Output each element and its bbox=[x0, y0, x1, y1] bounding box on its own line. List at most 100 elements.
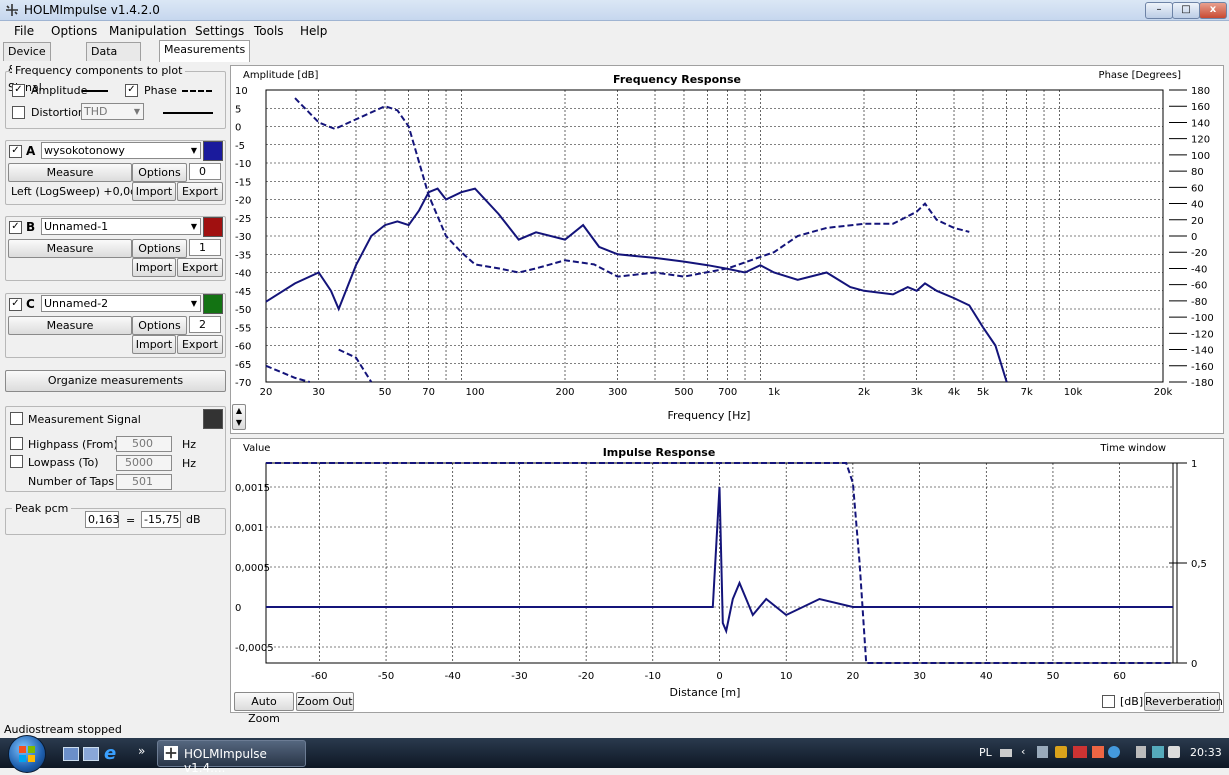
phase-checkbox[interactable]: ✓ bbox=[125, 84, 138, 97]
options-button[interactable]: Options bbox=[132, 163, 187, 182]
measurement-index-stepper[interactable]: 1 bbox=[189, 239, 221, 256]
measurement-name-select[interactable]: Unnamed-2 ▼ bbox=[41, 295, 201, 312]
menu-settings[interactable]: Settings bbox=[195, 24, 244, 38]
update-icon[interactable] bbox=[1108, 746, 1120, 758]
menu-file[interactable]: File bbox=[14, 24, 34, 38]
clock[interactable]: 20:33 bbox=[1190, 746, 1222, 759]
time-window-axis-label: Time window bbox=[1099, 443, 1166, 454]
chevron-down-icon: ▼ bbox=[133, 107, 140, 116]
auto-zoom-button[interactable]: Auto Zoom bbox=[234, 692, 294, 725]
show-desktop-icon[interactable] bbox=[63, 747, 79, 761]
import-button[interactable]: Import bbox=[132, 335, 176, 354]
show-hidden-icons-icon[interactable]: ‹ bbox=[1021, 745, 1025, 758]
x-tick-label: 60 bbox=[1113, 671, 1126, 682]
frequency-response-chart[interactable]: 1050-5-10-15-20-25-30-35-40-45-50-55-60-… bbox=[231, 66, 1223, 433]
x-tick-label: -40 bbox=[445, 671, 461, 682]
measure-button[interactable]: Measure bbox=[8, 316, 132, 335]
menu-manipulation[interactable]: Manipulation bbox=[109, 24, 187, 38]
zoom-out-button[interactable]: Zoom Out bbox=[296, 692, 354, 711]
tab-measurements[interactable]: Measurements bbox=[159, 40, 251, 62]
minimize-button[interactable]: – bbox=[1145, 2, 1173, 19]
impulse-response-chart[interactable]: -60 -50 -40 -30 -20 -10 0 10 20 30 40 50 600,00150,0… bbox=[231, 439, 1223, 712]
switch-windows-icon[interactable] bbox=[83, 747, 99, 761]
measurement-index-stepper[interactable]: 0 bbox=[189, 163, 221, 180]
tab-device-signal[interactable]: Device & Signal bbox=[3, 42, 51, 94]
measure-button[interactable]: Measure bbox=[8, 239, 132, 258]
network-shield-icon[interactable] bbox=[1055, 746, 1067, 758]
network-icon[interactable] bbox=[1152, 746, 1164, 758]
measurement-enable-checkbox[interactable]: ✓ bbox=[9, 221, 22, 234]
highpass-label: Highpass (From) bbox=[28, 438, 118, 451]
export-button[interactable]: Export bbox=[177, 258, 223, 277]
lowpass-checkbox[interactable] bbox=[10, 455, 23, 468]
signal-color-swatch[interactable] bbox=[203, 409, 223, 429]
phase-tick-label: -180 bbox=[1191, 378, 1214, 389]
db-label: [dB] bbox=[1120, 695, 1144, 708]
speaker-alert-icon[interactable] bbox=[1092, 746, 1104, 758]
language-indicator[interactable]: PL bbox=[979, 746, 992, 759]
y-tick-label: -50 bbox=[235, 305, 251, 316]
measurement-color-swatch[interactable] bbox=[203, 294, 223, 314]
db-checkbox[interactable] bbox=[1102, 695, 1115, 708]
y-tick-label: -65 bbox=[235, 360, 251, 371]
taps-input[interactable]: 501 bbox=[116, 474, 172, 490]
measurement-name-value: Unnamed-1 bbox=[44, 220, 109, 233]
highpass-checkbox[interactable] bbox=[10, 437, 23, 450]
options-button[interactable]: Options bbox=[132, 316, 187, 335]
start-button[interactable] bbox=[8, 735, 46, 773]
measure-button[interactable]: Measure bbox=[8, 163, 132, 182]
peak-value-field: 0,163 bbox=[85, 511, 120, 528]
amplitude-checkbox[interactable]: ✓ bbox=[12, 84, 25, 97]
splitter-arrows-icon[interactable]: ▲ ▼ bbox=[232, 404, 246, 430]
measurement-color-swatch[interactable] bbox=[203, 141, 223, 161]
measurement-enable-checkbox[interactable]: ✓ bbox=[9, 298, 22, 311]
y-tick-label: -15 bbox=[235, 177, 251, 188]
impulse-response-panel: -60 -50 -40 -30 -20 -10 0 10 20 30 40 50 60 0,0015 0,0… bbox=[230, 438, 1224, 713]
volume-icon[interactable] bbox=[1168, 746, 1180, 758]
lowpass-input[interactable]: 5000 bbox=[116, 455, 172, 471]
export-button[interactable]: Export bbox=[177, 335, 223, 354]
measurement-name-select[interactable]: Unnamed-1 ▼ bbox=[41, 218, 201, 235]
options-button[interactable]: Options bbox=[132, 239, 187, 258]
frequency-components-title: Frequency components to plot bbox=[12, 64, 186, 77]
highpass-input[interactable]: 500 bbox=[116, 436, 172, 452]
import-button[interactable]: Import bbox=[132, 258, 176, 277]
tray-app-icon[interactable] bbox=[1037, 746, 1048, 758]
lowpass-unit: Hz bbox=[182, 457, 197, 470]
keyboard-icon[interactable] bbox=[1000, 749, 1012, 757]
distortion-checkbox[interactable] bbox=[12, 106, 25, 119]
internet-explorer-icon[interactable]: e bbox=[104, 743, 116, 764]
menu-help[interactable]: Help bbox=[300, 24, 327, 38]
measurement-letter: C bbox=[26, 297, 35, 311]
y-tick-label: -70 bbox=[235, 378, 251, 389]
maximize-button[interactable]: □ bbox=[1172, 2, 1200, 19]
window-tick-label: 1 bbox=[1191, 459, 1197, 470]
quicklaunch-more-icon[interactable]: » bbox=[138, 744, 145, 758]
organize-measurements-button[interactable]: Organize measurements bbox=[5, 370, 226, 392]
menu-tools[interactable]: Tools bbox=[254, 24, 284, 38]
power-icon[interactable] bbox=[1136, 746, 1146, 758]
phase-tick-label: -160 bbox=[1191, 362, 1214, 373]
close-button[interactable]: x bbox=[1199, 2, 1227, 19]
tab-data-analysis[interactable]: Data analysis bbox=[86, 42, 141, 76]
y-tick-label: -20 bbox=[235, 196, 251, 207]
distortion-type-value: THD bbox=[84, 105, 108, 118]
measurement-name-select[interactable]: wysokotonowy ▼ bbox=[41, 142, 201, 159]
measurement-index-stepper[interactable]: 2 bbox=[189, 316, 221, 333]
distortion-type-select[interactable]: THD ▼ bbox=[81, 103, 144, 120]
x-tick-label: 20 bbox=[847, 671, 860, 682]
chevron-down-icon: ▼ bbox=[190, 222, 197, 231]
measurement-color-swatch[interactable] bbox=[203, 217, 223, 237]
chevron-down-icon: ▼ bbox=[190, 146, 197, 155]
measurement-enable-checkbox[interactable]: ✓ bbox=[9, 145, 22, 158]
taskbar-app-button[interactable]: HOLMImpulse v1.4.... bbox=[157, 740, 306, 775]
import-button[interactable]: Import bbox=[132, 182, 176, 201]
peak-pcm-title: Peak pcm bbox=[12, 502, 72, 515]
security-alert-icon[interactable] bbox=[1073, 746, 1087, 758]
export-button[interactable]: Export bbox=[177, 182, 223, 201]
menu-options[interactable]: Options bbox=[51, 24, 97, 38]
measurement-signal-checkbox[interactable] bbox=[10, 412, 23, 425]
reverberation-button[interactable]: Reverberation bbox=[1144, 692, 1223, 711]
phase-tick-label: 140 bbox=[1191, 118, 1210, 129]
phase-tick-label: -120 bbox=[1191, 329, 1214, 340]
